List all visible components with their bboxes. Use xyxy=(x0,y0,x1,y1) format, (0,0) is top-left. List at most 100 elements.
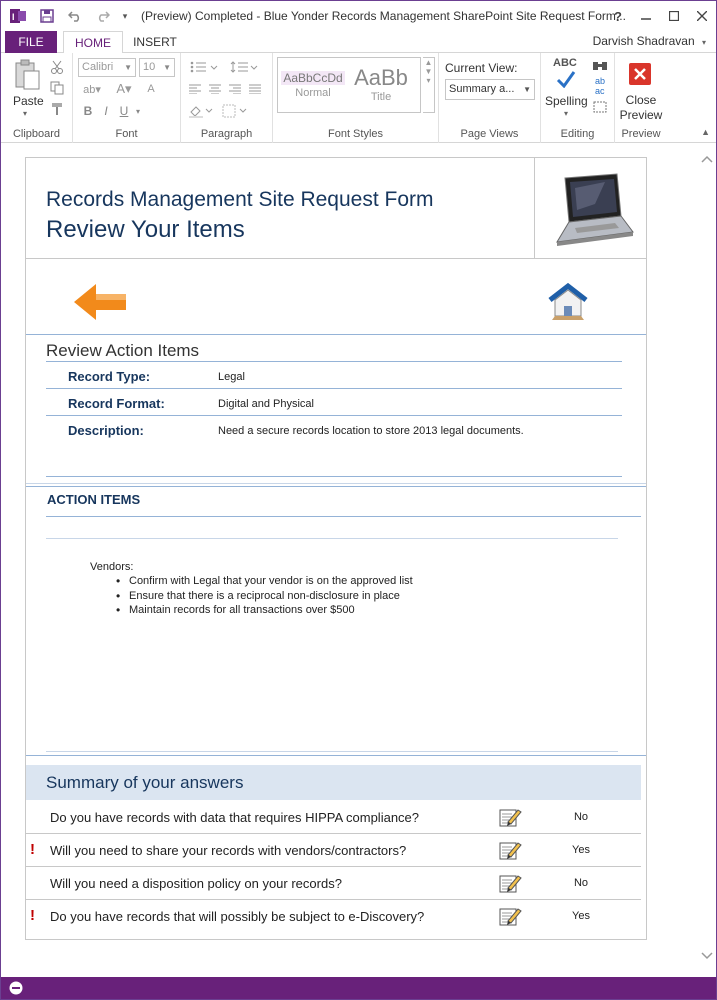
underline-dropdown-icon[interactable]: ▾ xyxy=(133,103,143,119)
select-all-icon[interactable] xyxy=(591,99,609,115)
home-icon[interactable] xyxy=(546,282,590,322)
edit-answer-icon[interactable] xyxy=(498,906,522,928)
list-item: Maintain records for all transactions ov… xyxy=(114,603,413,619)
spelling-dropdown-icon[interactable]: ▾ xyxy=(564,109,568,118)
divider xyxy=(26,483,646,484)
infopath-logo-icon: I xyxy=(7,7,29,25)
vertical-scrollbar[interactable] xyxy=(699,143,716,977)
paste-dropdown-icon[interactable]: ▾ xyxy=(23,109,27,118)
underline-button[interactable]: U xyxy=(117,103,131,119)
customize-toolbar-icon[interactable]: ▾ xyxy=(119,7,131,25)
highlight-icon[interactable]: ab▾ xyxy=(79,81,105,97)
bullets-icon[interactable] xyxy=(187,59,221,75)
italic-button[interactable]: I xyxy=(99,103,113,119)
style-title-preview: AaBb xyxy=(354,65,408,90)
flag-indicator: ! xyxy=(30,841,35,858)
divider xyxy=(26,334,646,335)
help-button[interactable]: ? xyxy=(605,5,631,27)
review-section-title: Review Action Items xyxy=(46,341,200,360)
shading-icon[interactable] xyxy=(187,103,215,119)
close-preview-icon[interactable] xyxy=(627,61,653,87)
align-right-icon[interactable] xyxy=(227,81,243,97)
undo-icon[interactable] xyxy=(65,7,85,25)
spelling-button[interactable]: Spelling xyxy=(545,94,588,108)
font-styles-group: AaBbCcDd Normal AaBb Title ▲ ▼ ▾ Font St… xyxy=(273,53,439,143)
question-text: Do you have records with data that requi… xyxy=(50,810,420,825)
edit-answer-icon[interactable] xyxy=(498,873,522,895)
format-painter-icon[interactable] xyxy=(49,101,65,117)
tab-home[interactable]: HOME xyxy=(63,31,123,54)
summary-header: Summary of your answers xyxy=(26,765,641,800)
divider xyxy=(46,361,622,362)
question-text: Will you need a disposition policy on yo… xyxy=(50,876,342,891)
font-size-dropdown[interactable]: 10 ▼ xyxy=(139,58,175,77)
spelling-check-icon[interactable] xyxy=(555,69,577,89)
paste-icon[interactable] xyxy=(11,58,43,92)
current-view-dropdown[interactable]: Summary a... ▼ xyxy=(445,79,535,100)
svg-text:I: I xyxy=(12,12,15,22)
chevron-down-icon: ▼ xyxy=(124,63,132,72)
more-styles-icon: ▾ xyxy=(426,76,431,85)
minimize-button[interactable] xyxy=(633,5,659,27)
edit-answer-icon[interactable] xyxy=(498,807,522,829)
back-arrow-icon[interactable] xyxy=(72,280,130,324)
align-center-icon[interactable] xyxy=(207,81,223,97)
record-type-label: Record Type: xyxy=(68,369,151,384)
form-canvas: Records Management Site Request Form Rev… xyxy=(1,143,716,977)
grow-font-icon[interactable]: A xyxy=(143,81,159,97)
collapse-ribbon-icon[interactable]: ▲ xyxy=(701,127,710,137)
preview-group-label: Preview xyxy=(621,128,661,140)
cut-icon[interactable] xyxy=(49,59,65,75)
description-label: Description: xyxy=(68,423,144,438)
status-minus-icon[interactable] xyxy=(9,981,23,995)
answer-value: Yes xyxy=(572,844,590,856)
table-row: ! Do you have records that will possibly… xyxy=(26,900,641,933)
summary-title: Summary of your answers xyxy=(46,773,244,792)
font-name-value: Calibri xyxy=(82,61,114,73)
close-preview-button[interactable]: Close Preview xyxy=(615,93,667,123)
scroll-up-icon: ▲ xyxy=(424,58,433,67)
ribbon: Paste ▾ Clipboard Calibri ▼ 10 ▼ ab▾ A▾ A xyxy=(1,53,716,143)
tab-file[interactable]: FILE xyxy=(5,31,57,53)
edit-answer-icon[interactable] xyxy=(498,840,522,862)
close-window-button[interactable] xyxy=(689,5,715,27)
scroll-down-icon[interactable] xyxy=(701,952,713,963)
form-header: Records Management Site Request Form Rev… xyxy=(26,158,646,259)
scroll-down-icon: ▼ xyxy=(424,67,433,76)
line-spacing-icon[interactable] xyxy=(227,59,261,75)
font-name-dropdown[interactable]: Calibri ▼ xyxy=(78,58,136,77)
replace-icon[interactable]: ab ac xyxy=(591,76,609,96)
style-normal[interactable]: AaBbCcDd Normal xyxy=(281,65,345,101)
editing-group-label: Editing xyxy=(560,128,595,140)
paste-button[interactable]: Paste xyxy=(13,94,44,108)
style-title[interactable]: AaBb Title xyxy=(349,65,413,103)
user-name: Darvish Shadravan xyxy=(592,34,695,48)
align-left-icon[interactable] xyxy=(187,81,203,97)
maximize-button[interactable] xyxy=(661,5,687,27)
style-normal-preview: AaBbCcDd xyxy=(281,71,345,85)
copy-icon[interactable] xyxy=(49,80,65,96)
window-title: (Preview) Completed - Blue Yonder Record… xyxy=(141,9,626,23)
font-styles-group-label: Font Styles xyxy=(327,128,384,140)
styles-scroll[interactable]: ▲ ▼ ▾ xyxy=(423,57,435,113)
record-type-value: Legal xyxy=(218,371,245,383)
bold-button[interactable]: B xyxy=(81,103,95,119)
table-row: ! Will you need to share your records wi… xyxy=(26,834,641,867)
scroll-up-icon[interactable] xyxy=(701,155,713,166)
clipboard-group-label: Clipboard xyxy=(12,128,61,140)
save-icon[interactable] xyxy=(37,7,57,25)
user-account[interactable]: Darvish Shadravan ▾ xyxy=(593,34,706,48)
justify-icon[interactable] xyxy=(247,81,263,97)
question-text: Will you need to share your records with… xyxy=(50,843,407,858)
current-view-label: Current View: xyxy=(445,61,518,75)
preview-group: Close Preview Preview xyxy=(615,53,667,143)
find-icon[interactable] xyxy=(591,57,609,73)
title-bar: I ▾ (Preview) Completed - Blue Yonder Re… xyxy=(1,1,716,31)
vendor-action-list: Confirm with Legal that your vendor is o… xyxy=(114,574,413,619)
chevron-down-icon: ▾ xyxy=(701,38,706,47)
redo-icon[interactable] xyxy=(93,7,113,25)
font-color-icon[interactable]: A▾ xyxy=(111,81,137,97)
action-items-title: ACTION ITEMS xyxy=(47,492,141,507)
borders-icon[interactable] xyxy=(221,103,249,119)
tab-insert[interactable]: INSERT xyxy=(129,31,181,53)
